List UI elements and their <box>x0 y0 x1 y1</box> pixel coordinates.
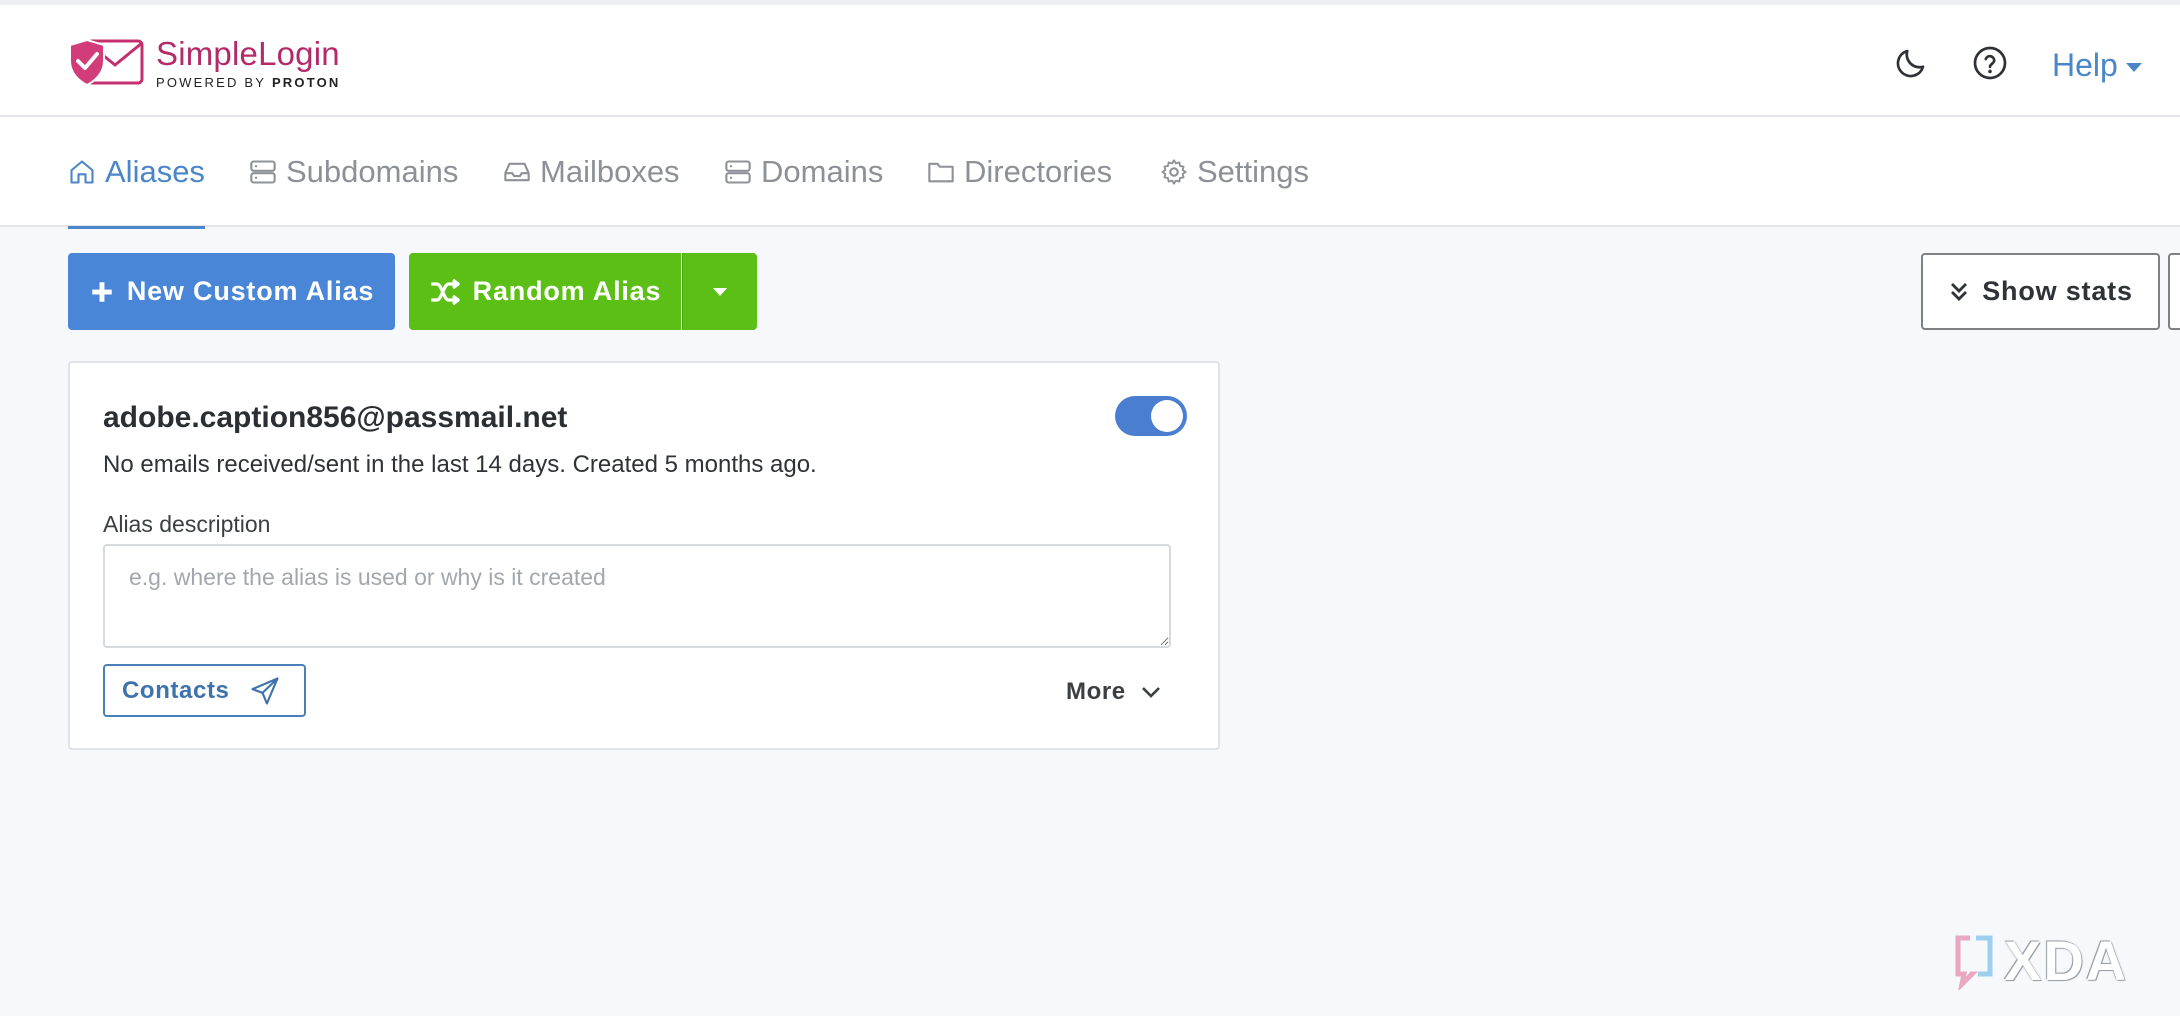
xda-bracket-logo-icon <box>1955 935 1993 990</box>
shuffle-icon <box>430 278 460 305</box>
watermark-text: XDA <box>2004 928 2129 992</box>
home-icon <box>70 160 94 184</box>
inbox-icon <box>504 162 530 182</box>
help-label: Help <box>2052 46 2118 83</box>
contacts-label: Contacts <box>122 676 230 704</box>
tab-settings[interactable]: Settings <box>1160 117 1309 227</box>
tab-directories[interactable]: Directories <box>927 117 1112 227</box>
server-icon <box>725 160 751 184</box>
gear-icon <box>1161 159 1187 185</box>
moon-icon[interactable] <box>1893 45 1929 81</box>
toolbar-button-partial[interactable] <box>2168 253 2180 330</box>
tab-mailboxes[interactable]: Mailboxes <box>503 117 680 227</box>
more-label: More <box>1066 678 1126 705</box>
contacts-button[interactable]: Contacts <box>103 664 306 717</box>
tab-label: Settings <box>1197 154 1310 189</box>
chevron-down-icon <box>1141 687 1160 698</box>
caret-down-icon <box>713 287 727 296</box>
double-chevron-down-icon <box>1951 282 1968 301</box>
logo-name: SimpleLogin <box>156 34 340 72</box>
envelope-shield-logo-icon <box>69 38 144 87</box>
more-button[interactable]: More <box>1066 675 1162 709</box>
tab-label: Mailboxes <box>540 154 680 189</box>
alias-description-label: Alias description <box>103 511 271 537</box>
alias-description-input[interactable] <box>103 544 1171 648</box>
alias-activity-info: No emails received/sent in the last 14 d… <box>103 451 817 478</box>
tab-label: Directories <box>964 154 1113 189</box>
show-stats-button[interactable]: Show stats <box>1921 253 2160 330</box>
random-alias-label: Random Alias <box>472 276 662 306</box>
logo-tagline: POWERED BY PROTON <box>156 74 341 90</box>
simplelogin-logo[interactable]: SimpleLogin POWERED BY PROTON <box>66 35 341 91</box>
tab-label: Domains <box>761 154 884 189</box>
xda-watermark: XDA <box>1950 925 2160 995</box>
help-dropdown[interactable]: Help <box>2052 45 2142 85</box>
alias-enabled-toggle[interactable] <box>1115 396 1187 436</box>
tab-subdomains[interactable]: Subdomains <box>249 117 458 227</box>
send-icon <box>251 676 280 705</box>
random-alias-button[interactable]: Random Alias <box>409 253 681 330</box>
main-nav: Aliases Subdomains Mailboxes Domains Dir… <box>0 117 2180 229</box>
app-header: SimpleLogin POWERED BY PROTON Help <box>0 5 2180 117</box>
show-stats-label: Show stats <box>1982 276 2133 306</box>
tab-label: Subdomains <box>286 154 459 189</box>
alias-email: adobe.caption856@passmail.net <box>103 401 568 434</box>
toggle-knob <box>1151 400 1183 432</box>
new-custom-alias-label: New Custom Alias <box>126 276 375 306</box>
tab-label: Aliases <box>105 154 205 189</box>
alias-card: adobe.caption856@passmail.net No emails … <box>68 361 1220 750</box>
random-alias-options-button[interactable] <box>682 253 757 330</box>
tab-aliases[interactable]: Aliases <box>68 117 205 229</box>
folder-icon <box>928 162 954 183</box>
server-icon <box>250 160 276 184</box>
plus-icon <box>92 281 112 302</box>
tab-domains[interactable]: Domains <box>724 117 883 227</box>
question-circle-icon[interactable] <box>1972 45 2008 81</box>
new-custom-alias-button[interactable]: New Custom Alias <box>68 253 395 330</box>
caret-down-icon <box>2125 62 2142 72</box>
